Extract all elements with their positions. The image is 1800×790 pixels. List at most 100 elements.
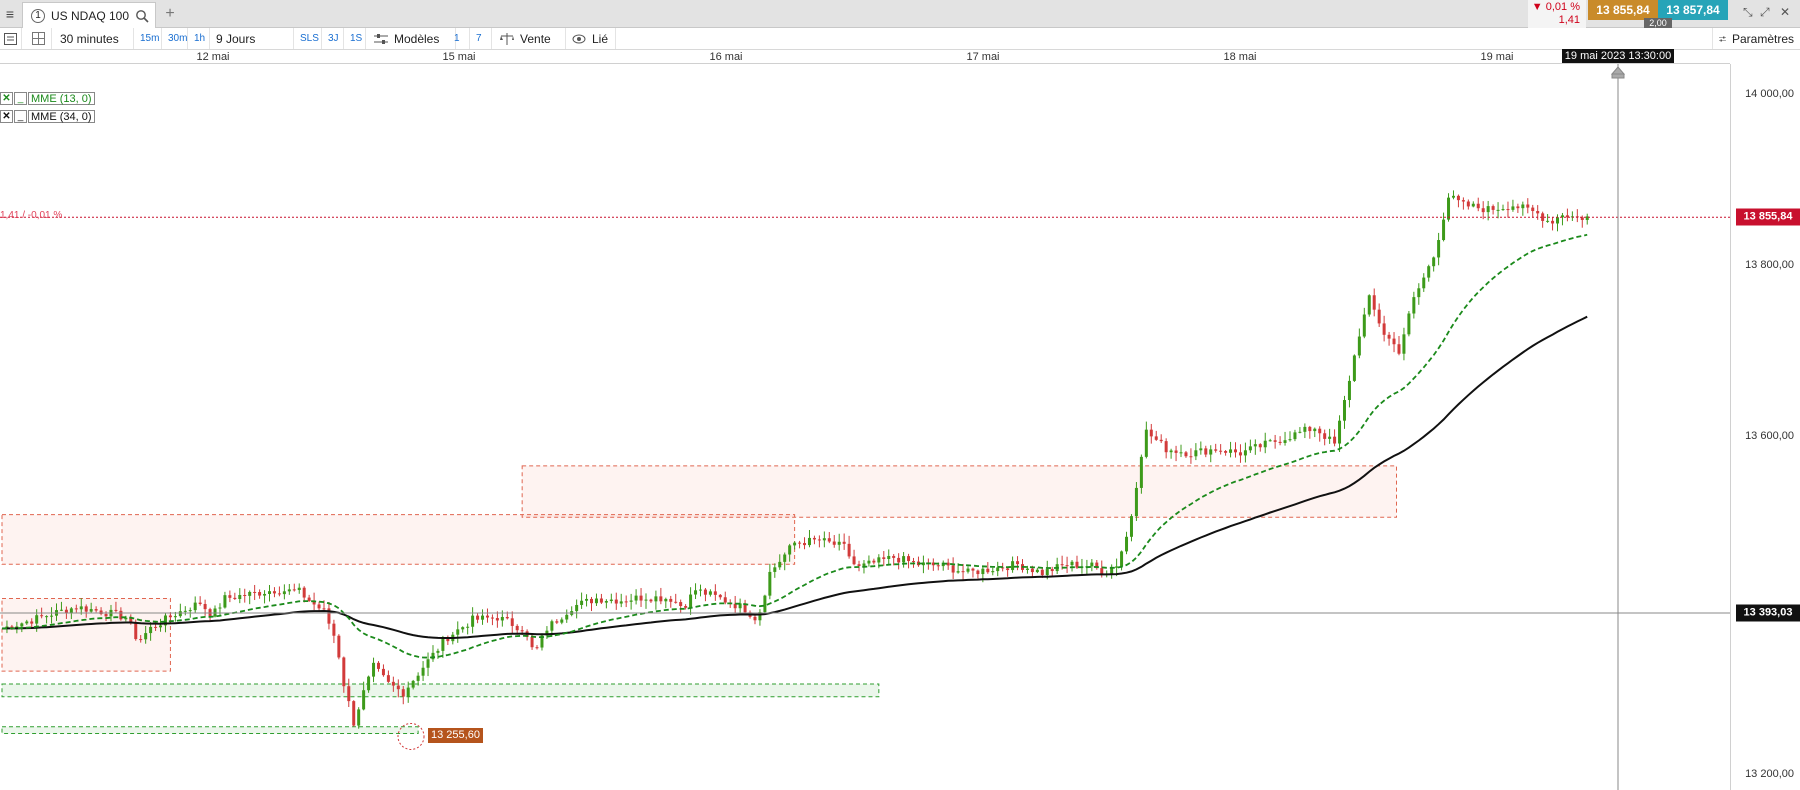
candle-body	[1328, 436, 1332, 439]
candle-body	[664, 598, 668, 602]
candle-body	[887, 555, 891, 559]
candle-body	[634, 595, 638, 601]
linked-button[interactable]: Lié	[566, 28, 616, 49]
candle-body	[1447, 197, 1451, 220]
candle-body	[629, 600, 633, 602]
add-tab-button[interactable]: +	[160, 0, 180, 28]
indicator-style-icon[interactable]: _	[14, 110, 27, 123]
candle-body	[272, 591, 276, 594]
ask-button[interactable]: 13 857,84	[1658, 0, 1728, 20]
candle-body	[1387, 334, 1391, 339]
period-1s[interactable]: 1S	[344, 28, 366, 49]
candle-body	[406, 687, 410, 697]
tab-us-ndaq-100[interactable]: 1 US NDAQ 100	[22, 2, 156, 28]
price-chart[interactable]	[0, 64, 1730, 790]
candle-body	[649, 599, 653, 602]
candle-body	[40, 615, 44, 617]
candle-body	[1234, 449, 1238, 453]
sell-button[interactable]: Vente	[494, 28, 566, 49]
candle-body	[575, 604, 579, 612]
collapse-icon[interactable]: ⤡	[1743, 5, 1753, 20]
candle-body	[907, 556, 911, 562]
candle-body	[1476, 203, 1480, 209]
hamburger-icon[interactable]: ≡	[0, 0, 20, 28]
candle-body	[50, 615, 54, 617]
candle-body	[287, 589, 291, 592]
period-3j[interactable]: 3J	[322, 28, 344, 49]
bid-button[interactable]: 13 855,84	[1588, 0, 1658, 20]
candle-body	[827, 538, 831, 542]
candle-body	[1551, 220, 1555, 224]
tab-label: US NDAQ 100	[51, 8, 130, 23]
remove-indicator-icon[interactable]: ✕	[0, 92, 13, 105]
candle-body	[842, 541, 846, 544]
candle-body	[1125, 536, 1129, 552]
indicator-style-icon[interactable]: _	[14, 92, 27, 105]
candle-body	[674, 601, 678, 603]
candle-body	[1318, 428, 1322, 434]
interval-15m[interactable]: 15m	[134, 28, 162, 49]
candle-body	[1486, 206, 1490, 213]
number-1[interactable]: 1	[448, 28, 470, 49]
candle-body	[996, 567, 1000, 572]
candle-body	[981, 568, 985, 575]
models-label: Modèles	[394, 31, 440, 46]
number-7[interactable]: 7	[470, 28, 492, 49]
legend-label[interactable]: MME (13, 0)	[28, 92, 95, 105]
variation-pct: ▼ 0,01 %	[1531, 1, 1580, 13]
candle-body	[1382, 323, 1386, 335]
interval-30m[interactable]: 30m	[162, 28, 188, 49]
candle-body	[1090, 562, 1094, 567]
candle-body	[1338, 420, 1342, 444]
models-button[interactable]: Modèles	[368, 28, 456, 49]
candle-body	[867, 560, 871, 564]
candle-body	[862, 563, 866, 566]
period-select[interactable]: 9 Jours	[210, 28, 294, 49]
candle-body	[74, 608, 78, 610]
candle-body	[594, 598, 598, 604]
candle-body	[783, 554, 787, 562]
settings-sliders-icon	[1719, 36, 1726, 41]
candle-body	[1526, 204, 1530, 208]
expand-icon[interactable]: ⤢	[1760, 5, 1770, 20]
candle-body	[500, 616, 504, 621]
date-tick-label: 16 mai	[709, 51, 743, 63]
interval-select[interactable]: 30 minutes	[54, 28, 134, 49]
remove-indicator-icon[interactable]: ✕	[0, 110, 13, 123]
candle-body	[1471, 203, 1475, 207]
candle-body	[936, 565, 940, 567]
candle-body	[466, 626, 470, 628]
candle-body	[1139, 456, 1143, 488]
settings-button[interactable]: Paramètres	[1712, 28, 1800, 49]
search-icon[interactable]	[135, 9, 149, 23]
period-sls[interactable]: SLS	[294, 28, 322, 49]
candle-body	[99, 610, 103, 615]
resistance-zone	[521, 465, 1398, 518]
candle-body	[1531, 207, 1535, 212]
layout-icon[interactable]	[26, 28, 52, 49]
candle-body	[362, 690, 366, 710]
candle-body	[154, 626, 158, 628]
candle-body	[84, 606, 88, 612]
close-icon[interactable]: ✕	[1780, 5, 1790, 19]
candle-body	[218, 607, 222, 609]
candle-body	[248, 591, 252, 596]
cursor-price-tag: 13 393,03	[1736, 604, 1800, 622]
price-tick-label: 13 600,00	[1745, 430, 1794, 442]
candle-body	[902, 556, 906, 563]
candle-body	[282, 591, 286, 595]
candle-body	[481, 615, 485, 620]
list-icon[interactable]	[0, 28, 22, 49]
price-tick-label: 13 200,00	[1745, 768, 1794, 780]
candle-body	[788, 545, 792, 555]
candle-body	[1248, 446, 1252, 451]
candle-body	[441, 639, 445, 651]
interval-1h[interactable]: 1h	[188, 28, 210, 49]
legend-label[interactable]: MME (34, 0)	[28, 110, 95, 123]
candle-body	[426, 659, 430, 668]
candle-body	[1016, 561, 1020, 565]
candle-body	[1417, 288, 1421, 298]
candle-body	[1184, 452, 1188, 457]
candle-body	[396, 685, 400, 690]
candle-body	[1556, 217, 1560, 224]
